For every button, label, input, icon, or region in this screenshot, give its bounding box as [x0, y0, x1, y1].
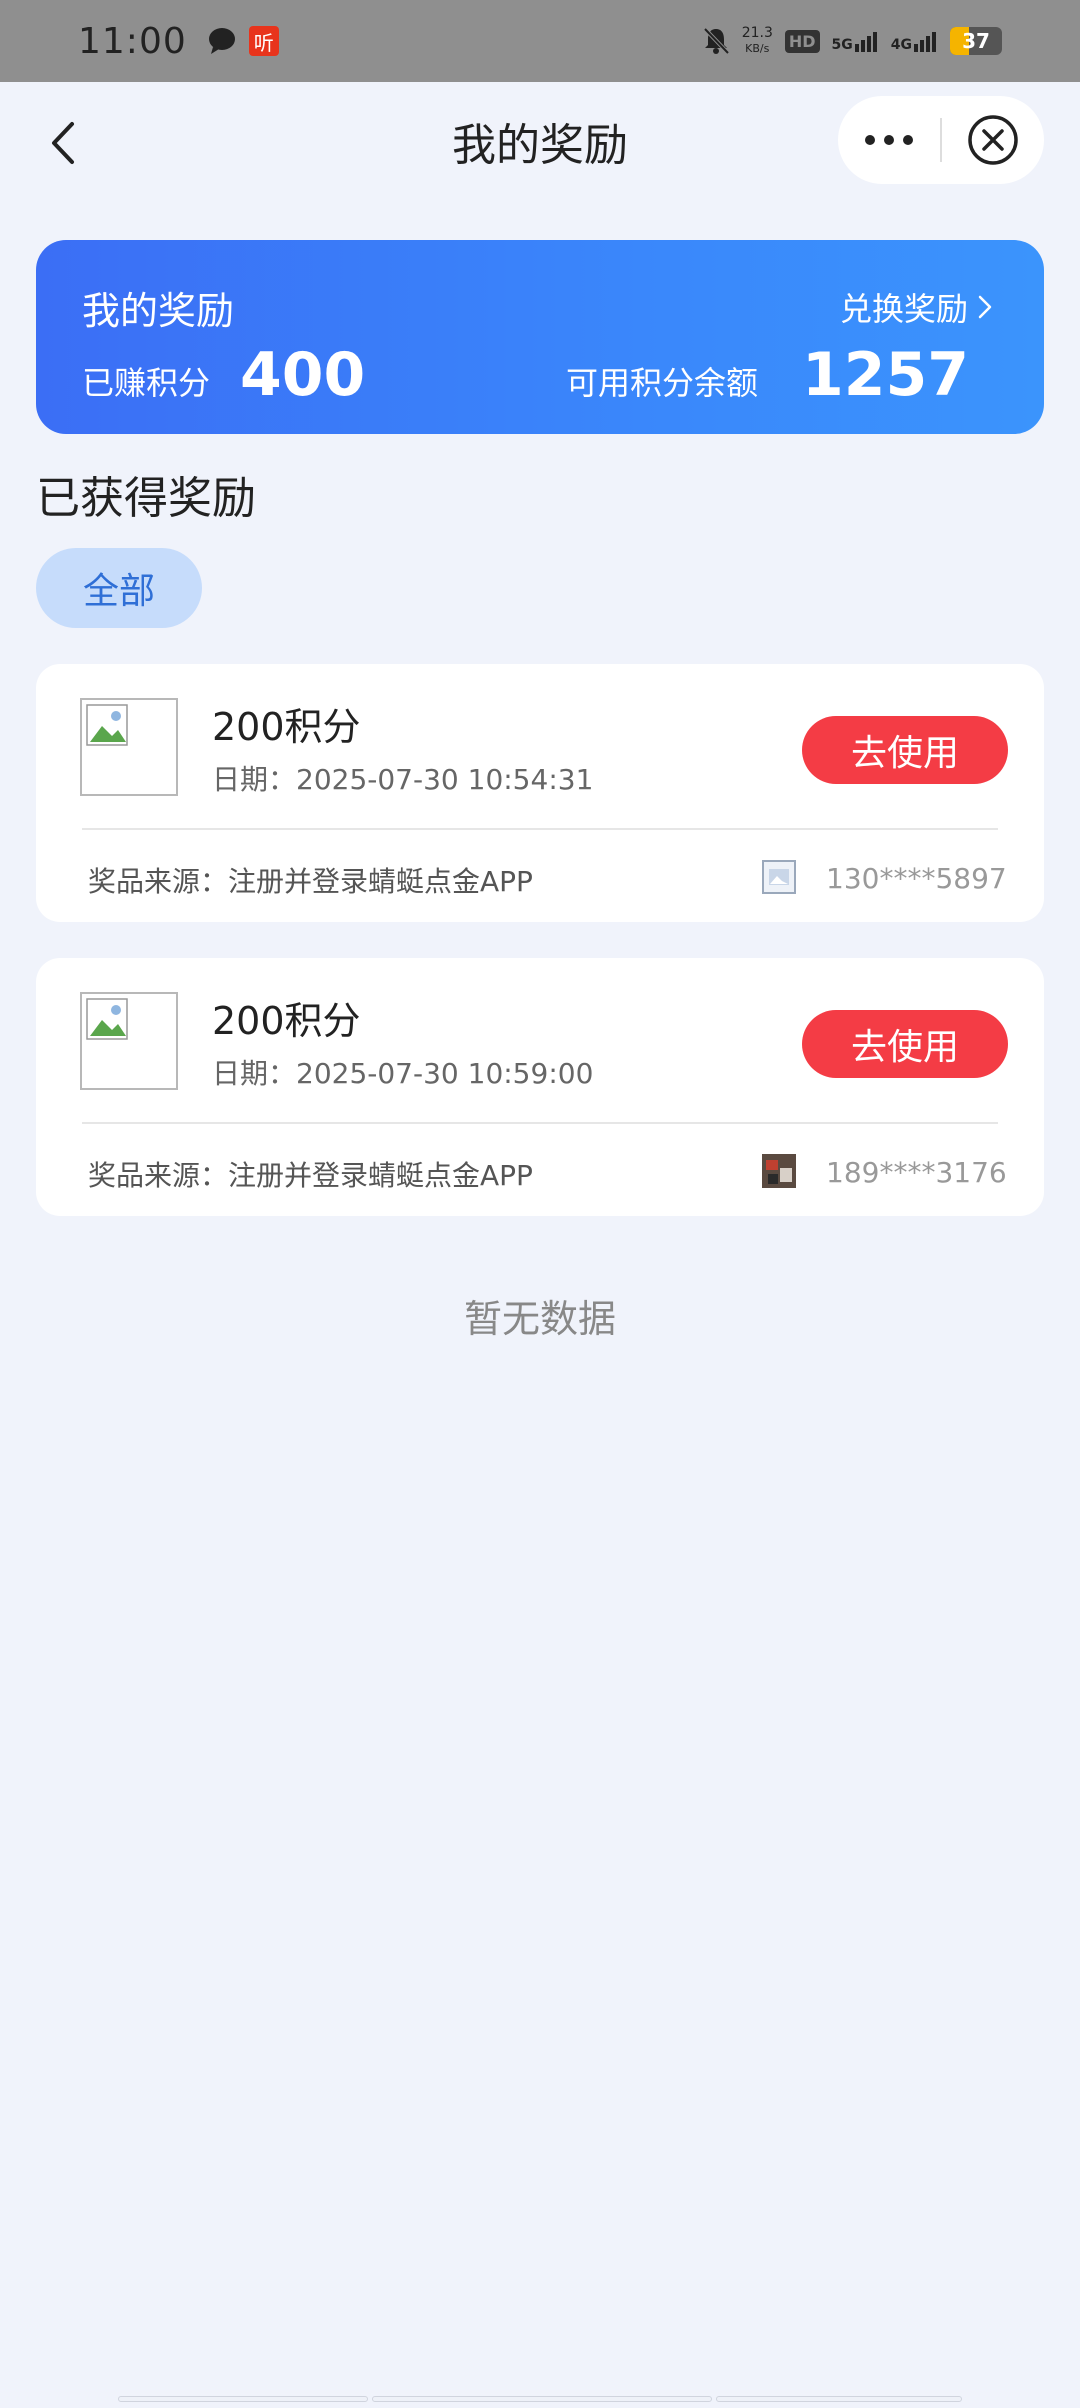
- earned-points-value: 400: [240, 340, 366, 410]
- page-header: 我的奖励: [0, 82, 1080, 200]
- close-circle-icon: [968, 115, 1018, 165]
- available-points-label: 可用积分余额: [566, 364, 759, 402]
- reward-source: 奖品来源：注册并登录蜻蜓点金APP: [88, 1159, 533, 1192]
- banner-title: 我的奖励: [82, 289, 235, 333]
- exchange-rewards-link[interactable]: 兑换奖励: [840, 284, 992, 330]
- close-button[interactable]: [942, 96, 1044, 184]
- bottom-handle-bars: [118, 2396, 962, 2406]
- reward-thumbnail: [80, 698, 178, 796]
- more-button[interactable]: [838, 96, 940, 184]
- bottom-bar-segment: [372, 2396, 712, 2402]
- battery-indicator: 37: [950, 27, 1002, 55]
- mute-bell-icon: [703, 27, 730, 55]
- signal-5g-label: 5G: [831, 37, 853, 53]
- broken-image-icon: [86, 704, 128, 746]
- signal-4g-label: 4G: [890, 37, 912, 53]
- ting-app-icon: 听: [248, 26, 279, 56]
- available-points-value: 1257: [802, 340, 969, 410]
- status-bar: 11:00 听 21.3 KB/s HD 5G 4G 37: [0, 0, 1080, 82]
- page-title: 我的奖励: [452, 120, 628, 171]
- net-speed-unit: KB/s: [745, 42, 770, 55]
- battery-level: 37: [962, 29, 990, 53]
- reward-source: 奖品来源：注册并登录蜻蜓点金APP: [88, 865, 533, 898]
- reward-card: 200积分 日期：2025-07-30 10:54:31 去使用 奖品来源：注册…: [36, 664, 1044, 922]
- reward-card: 200积分 日期：2025-07-30 10:59:00 去使用 奖品来源：注册…: [36, 958, 1044, 1216]
- reward-name: 200积分: [212, 999, 361, 1043]
- use-reward-button[interactable]: 去使用: [802, 1010, 1008, 1078]
- user-phone: 130****5897: [826, 862, 1007, 895]
- mini-program-capsule: [838, 96, 1044, 184]
- earned-points-label: 已赚积分: [82, 364, 211, 402]
- net-speed-value: 21.3: [741, 25, 773, 41]
- more-dots-icon: [865, 135, 913, 145]
- back-arrow-icon[interactable]: [44, 118, 84, 168]
- bottom-bar-segment: [716, 2396, 962, 2402]
- reward-summary-banner: 我的奖励 兑换奖励 已赚积分 400 可用积分余额 1257: [36, 240, 1044, 434]
- empty-state-text: 暂无数据: [463, 1297, 616, 1341]
- reward-name: 200积分: [212, 705, 361, 749]
- user-avatar-photo-icon: [762, 1154, 796, 1188]
- reward-thumbnail: [80, 992, 178, 1090]
- network-speed: 21.3 KB/s: [742, 26, 773, 56]
- use-reward-button[interactable]: 去使用: [802, 716, 1008, 784]
- filter-all-tab[interactable]: 全部: [36, 548, 202, 628]
- exchange-rewards-label: 兑换奖励: [839, 290, 968, 328]
- signal-5g: 5G: [832, 30, 879, 52]
- card-divider: [82, 1122, 998, 1124]
- hd-badge: HD: [784, 29, 820, 53]
- reward-date: 日期：2025-07-30 10:59:00: [212, 1057, 594, 1090]
- user-phone: 189****3176: [826, 1156, 1007, 1189]
- status-time: 11:00: [78, 20, 187, 62]
- chat-bubble-icon: [208, 28, 235, 54]
- broken-image-icon: [86, 998, 128, 1040]
- reward-date: 日期：2025-07-30 10:54:31: [212, 763, 594, 796]
- user-avatar-placeholder-icon: [762, 860, 796, 894]
- signal-bars-icon: [854, 32, 877, 52]
- chevron-right-icon: [978, 295, 992, 319]
- signal-4g: 4G: [891, 30, 938, 52]
- section-title: 已获得奖励: [36, 473, 256, 524]
- signal-bars-icon: [914, 32, 936, 52]
- card-divider: [82, 828, 998, 830]
- bottom-bar-segment: [118, 2396, 368, 2402]
